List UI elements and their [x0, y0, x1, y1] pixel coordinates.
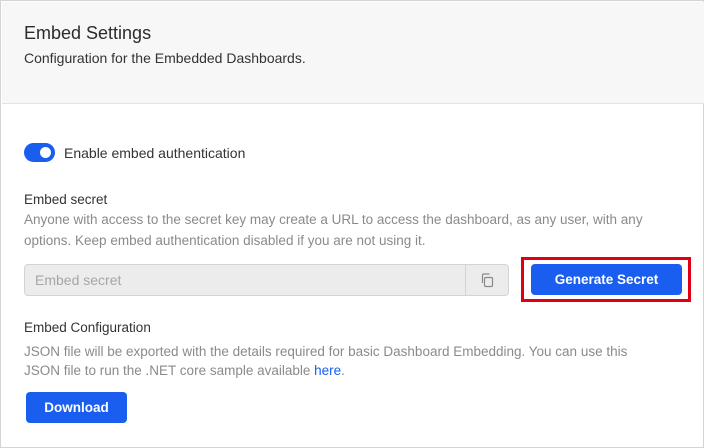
embed-secret-help-line-1: Anyone with access to the secret key may…: [24, 212, 643, 227]
embed-config-help-prefix: JSON file to run the .NET core sample av…: [24, 363, 315, 378]
embed-secret-help-line-2: options. Keep embed authentication disab…: [24, 233, 426, 248]
copy-icon: [481, 273, 494, 288]
embed-configuration-label: Embed Configuration: [24, 320, 151, 335]
panel-header: Embed Settings Configuration for the Emb…: [2, 2, 704, 104]
copy-secret-button[interactable]: [465, 265, 508, 295]
embed-secret-field: [24, 264, 509, 296]
embed-config-help-line-2: JSON file to run the .NET core sample av…: [24, 360, 345, 381]
embed-auth-toggle[interactable]: [24, 143, 55, 162]
page-subtitle: Configuration for the Embedded Dashboard…: [24, 50, 306, 66]
sample-here-link[interactable]: here: [314, 363, 341, 378]
generate-secret-button[interactable]: Generate Secret: [531, 264, 682, 295]
embed-config-help-suffix: .: [341, 363, 345, 378]
embed-secret-input[interactable]: [25, 265, 465, 295]
toggle-knob: [40, 147, 51, 158]
embed-settings-panel: Embed Settings Configuration for the Emb…: [0, 0, 704, 448]
embed-auth-toggle-label: Enable embed authentication: [64, 145, 246, 161]
embed-secret-label: Embed secret: [24, 192, 108, 207]
embed-config-help-line-1: JSON file will be exported with the deta…: [24, 344, 628, 359]
page-title: Embed Settings: [24, 23, 152, 43]
download-button[interactable]: Download: [26, 392, 127, 423]
